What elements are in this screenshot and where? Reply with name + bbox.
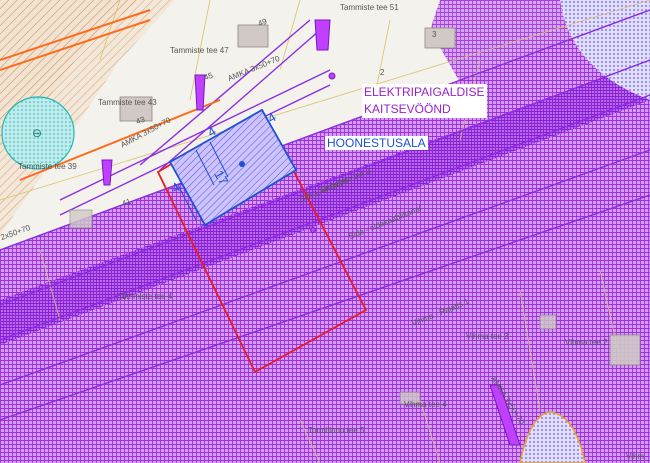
well-icon: ⊖ (32, 126, 43, 140)
address-label: Tammiste tee 39 (18, 162, 77, 171)
address-label: Vihma tee 4 (404, 400, 447, 409)
house-number: 3 (432, 30, 437, 39)
address-label: Vihm (626, 452, 645, 461)
callout-line-1: ELEKTRIPAIGALDISE (364, 85, 485, 99)
detail-plan-map: Tammiste tee 51 Tammiste tee 47 Tammiste… (0, 0, 650, 463)
address-label: Tormilinnu tee 5 (308, 426, 365, 435)
address-label: Tammiste tee 51 (340, 3, 399, 12)
address-label: Tammiste tee 43 (98, 98, 157, 107)
address-label: Tammiste tee 47 (170, 46, 229, 55)
address-label: Vihma tee 2 (565, 338, 608, 347)
callout-line-2: KAITSEVÖÖND (364, 102, 451, 116)
building-area-center (239, 161, 245, 167)
map-canvas (0, 0, 650, 463)
house-number: 2 (380, 68, 385, 77)
address-label: Vihma tee 3 (466, 332, 509, 341)
address-label: Tammiste tee 4 (118, 292, 173, 301)
electric-zone-callout: ELEKTRIPAIGALDISE KAITSEVÖÖND (362, 84, 487, 118)
building-area-callout: HOONESTUSALA (325, 136, 428, 150)
